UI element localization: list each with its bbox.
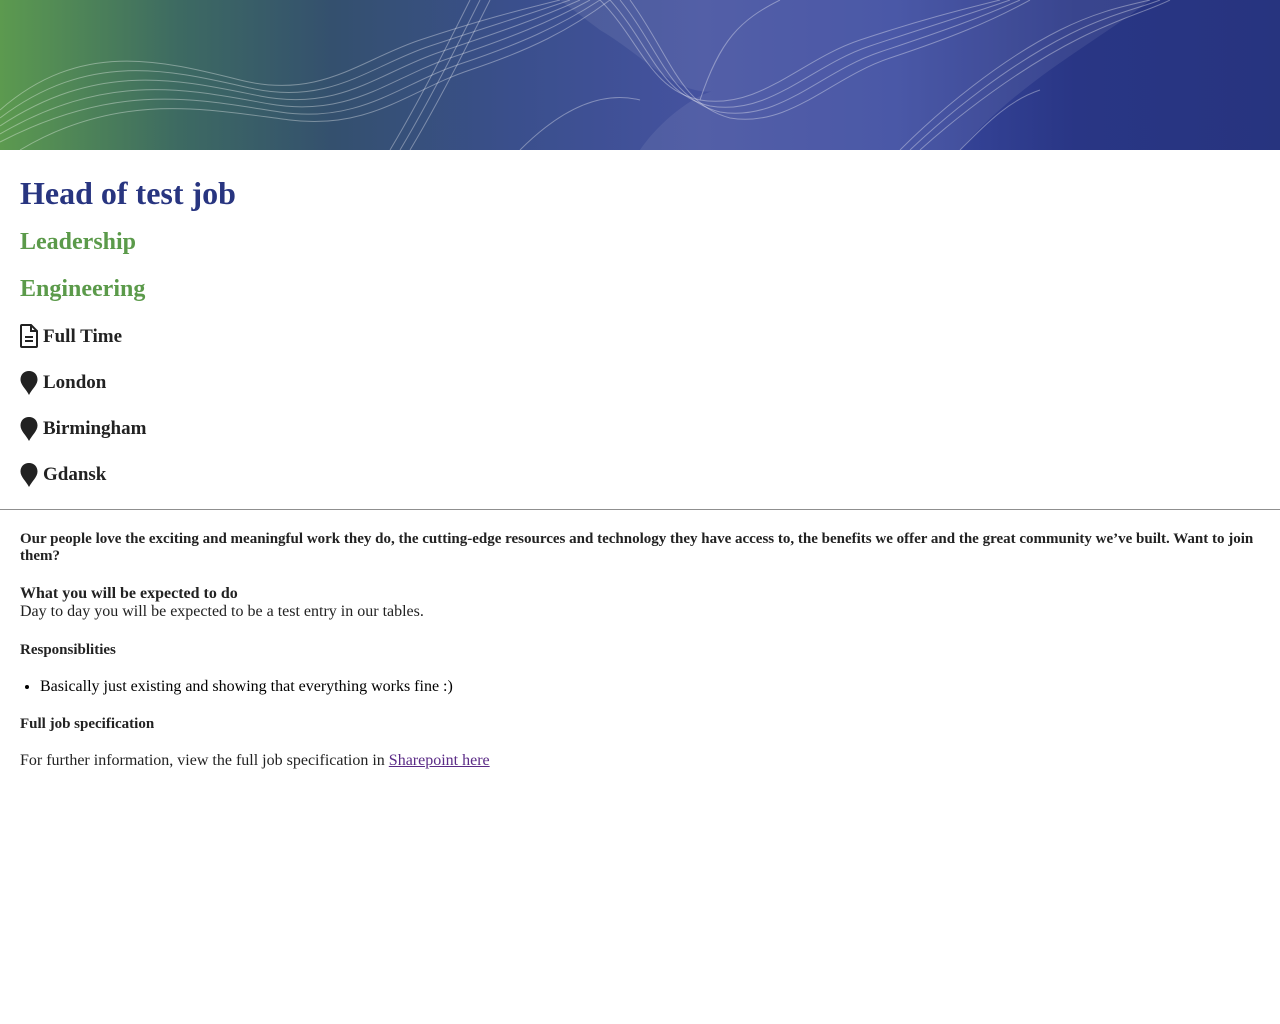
job-type-label: Full Time — [43, 326, 123, 347]
expect-heading: What you will be expected to do — [20, 585, 238, 602]
banner-wave-graphic — [0, 0, 1171, 150]
further-info: For further information, view the full j… — [20, 752, 1260, 770]
job-category-engineering: Engineering — [20, 276, 146, 302]
job-title: Head of test job — [20, 175, 236, 211]
spec-heading: Full job specification — [20, 716, 155, 732]
location-label: Gdansk — [43, 464, 107, 485]
list-item: Basically just existing and showing that… — [40, 678, 1260, 696]
job-description: Our people love the exciting and meaning… — [0, 531, 1280, 770]
document-icon — [20, 324, 38, 350]
map-pin-icon — [20, 416, 38, 442]
location-row-london: London — [20, 369, 1260, 397]
sharepoint-link[interactable]: Sharepoint here — [389, 752, 490, 769]
location-row-gdansk: Gdansk — [20, 461, 1260, 489]
intro-text: Our people love the exciting and meaning… — [20, 531, 1254, 564]
section-divider — [0, 509, 1280, 510]
header-banner — [0, 0, 1280, 150]
location-row-birmingham: Birmingham — [20, 415, 1260, 443]
further-info-text: For further information, view the full j… — [20, 752, 389, 769]
responsibilities-list: Basically just existing and showing that… — [20, 678, 1260, 696]
job-type-row: Full Time — [20, 323, 1260, 351]
expect-body: Day to day you will be expected to be a … — [20, 603, 424, 620]
location-label: London — [43, 372, 107, 393]
map-pin-icon — [20, 370, 38, 396]
job-header: Head of test job Leadership Engineering … — [0, 173, 1280, 489]
map-pin-icon — [20, 462, 38, 488]
job-category-leadership: Leadership — [20, 229, 137, 255]
responsibilities-heading: Responsiblities — [20, 642, 116, 658]
location-label: Birmingham — [43, 418, 147, 439]
